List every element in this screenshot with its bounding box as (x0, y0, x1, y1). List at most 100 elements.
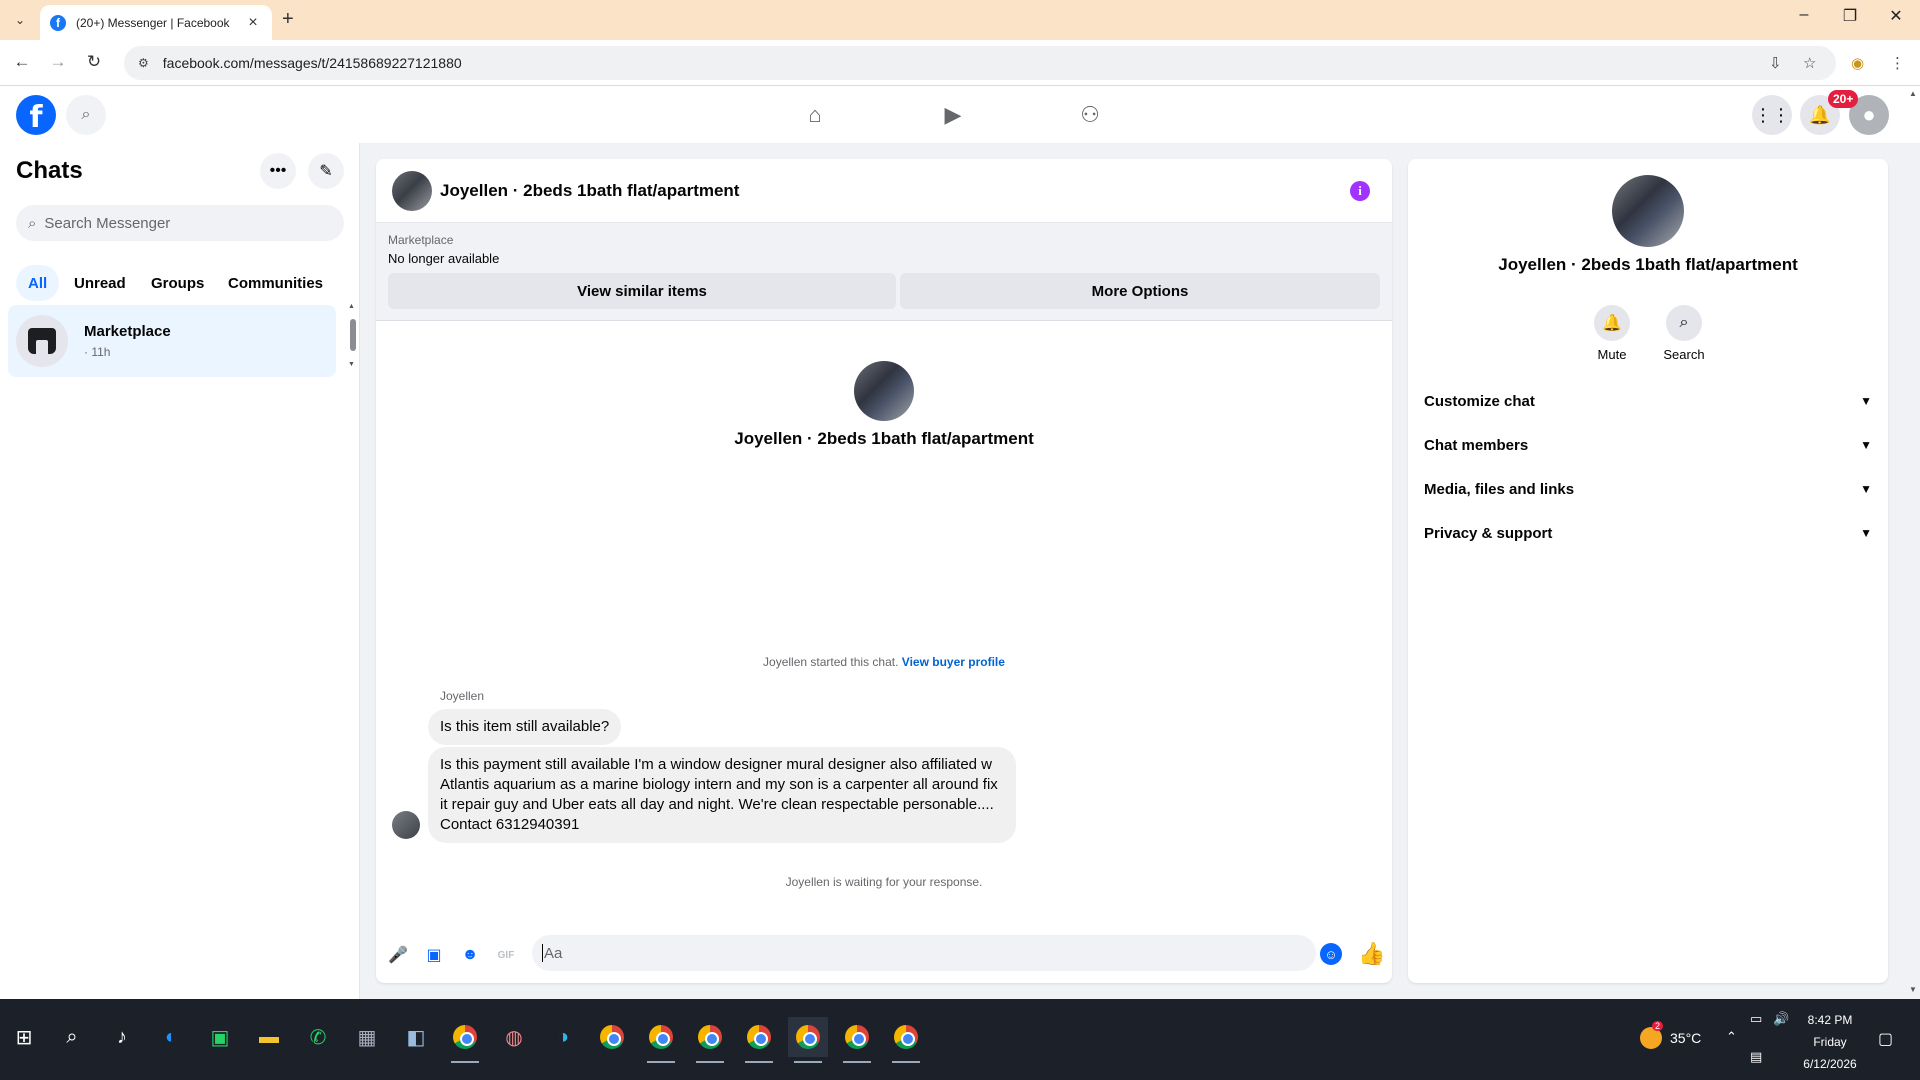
mute-button[interactable]: 🔔 Mute (1576, 305, 1648, 362)
chat-name: Marketplace (84, 323, 171, 340)
facebook-logo-icon[interactable]: f (16, 95, 56, 135)
chat-time: · 11h (84, 345, 111, 359)
menu-grid-icon[interactable]: ⋮⋮ (1752, 95, 1792, 135)
app-icon[interactable]: ◍ (494, 1017, 534, 1057)
new-tab-icon[interactable]: + (282, 8, 294, 31)
notification-center-icon[interactable]: ▢ (1878, 1029, 1893, 1049)
filter-groups[interactable]: Groups (139, 265, 216, 301)
chrome-logo-icon (453, 1025, 477, 1049)
message-bubble[interactable]: Is this payment still available I'm a wi… (428, 747, 1016, 843)
search-icon: ⌕ (1666, 305, 1702, 341)
show-hidden-icons-icon[interactable]: ⌃ (1726, 1029, 1737, 1045)
section-label: Chat members (1424, 436, 1529, 454)
windows-start-icon[interactable]: ⊞ (4, 1017, 44, 1057)
volume-icon[interactable]: 🔊 (1773, 1011, 1789, 1027)
filter-communities[interactable]: Communities (216, 265, 335, 301)
meet-now-icon[interactable]: ▭ (1750, 1011, 1762, 1027)
app-icon[interactable]: ▦ (347, 1017, 387, 1057)
chat-info-panel: Joyellen · 2beds 1bath flat/apartment 🔔 … (1408, 159, 1888, 983)
chrome-icon[interactable] (886, 1017, 926, 1063)
tab-close-icon[interactable]: × (244, 14, 262, 32)
address-bar[interactable]: ⚙ facebook.com/messages/t/24158689227121… (124, 46, 1836, 80)
customize-chat-section[interactable]: Customize chat ▼ (1424, 379, 1872, 423)
chrome-icon[interactable] (739, 1017, 779, 1063)
back-icon[interactable]: ← (10, 52, 34, 72)
reload-icon[interactable]: ↻ (82, 52, 106, 72)
info-icon[interactable]: i (1350, 181, 1370, 201)
tab-search-chevron-icon[interactable]: ⌄ (8, 8, 32, 32)
sender-avatar[interactable] (392, 811, 420, 839)
search-messenger-input[interactable]: ⌕ Search Messenger (16, 205, 344, 241)
scroll-down-arrow-icon[interactable]: ▼ (1909, 985, 1917, 994)
video-icon[interactable]: ▶ (933, 97, 973, 133)
chrome-icon[interactable] (837, 1017, 877, 1063)
system-clock[interactable]: 8:42 PM Friday 6/12/2026 (1790, 1009, 1870, 1075)
whatsapp-business-icon[interactable]: ▣ (200, 1017, 240, 1057)
gif-icon[interactable]: GIF (494, 943, 518, 967)
chat-list-item[interactable]: Marketplace · 11h (8, 305, 336, 377)
info-title: Joyellen · 2beds 1bath flat/apartment (1498, 255, 1798, 274)
listing-thumbnail[interactable] (392, 171, 432, 211)
page-scrollbar[interactable]: ▲ ▼ (1906, 87, 1920, 999)
scroll-down-arrow-icon[interactable]: ▼ (348, 361, 355, 368)
sidebar-scrollbar[interactable]: ▲ ▼ (348, 303, 358, 371)
browser-app-icon[interactable]: ◐ (151, 1017, 191, 1057)
chrome-logo-icon (747, 1025, 771, 1049)
emoji-icon[interactable]: ☺ (1320, 943, 1342, 965)
app-icon[interactable]: ◧ (396, 1017, 436, 1057)
chat-started-notice: Joyellen started this chat. View buyer p… (376, 655, 1392, 669)
clock-time: 8:42 PM (1807, 1013, 1853, 1027)
more-options-button[interactable]: More Options (900, 273, 1380, 309)
file-explorer-icon[interactable]: ▬ (249, 1017, 289, 1057)
view-similar-items-button[interactable]: View similar items (388, 273, 896, 309)
profile-icon[interactable]: ◉ (1851, 54, 1864, 72)
bookmark-star-icon[interactable]: ☆ (1803, 54, 1816, 72)
message-input[interactable]: Aa (532, 935, 1316, 971)
microphone-icon[interactable]: 🎤 (386, 943, 410, 967)
photo-icon[interactable]: ▣ (422, 943, 446, 967)
minimize-icon[interactable]: – (1784, 6, 1824, 24)
notification-badge: 20+ (1828, 90, 1859, 108)
restore-icon[interactable]: ❐ (1830, 6, 1870, 26)
friends-icon[interactable]: ⚇ (1070, 97, 1110, 133)
new-message-icon[interactable]: ✎ (308, 153, 344, 189)
browser-tab-messenger[interactable]: f (20+) Messenger | Facebook × (40, 5, 272, 40)
sticker-icon[interactable]: ☻ (458, 943, 482, 967)
facebook-search-icon[interactable]: ⌕ (66, 95, 106, 135)
message-bubble[interactable]: Is this item still available? (428, 709, 622, 745)
network-icon[interactable]: ▤ (1750, 1049, 1762, 1065)
taskbar-search-icon[interactable]: ⌕ (52, 1017, 92, 1057)
chrome-icon[interactable] (445, 1017, 485, 1063)
privacy-support-section[interactable]: Privacy & support ▼ (1424, 511, 1872, 555)
whatsapp-icon[interactable]: ✆ (298, 1017, 338, 1057)
filter-all[interactable]: All (16, 265, 60, 301)
weather-widget[interactable]: 2 35°C (1640, 1021, 1701, 1049)
thumbs-up-icon[interactable]: 👍 (1358, 941, 1385, 967)
conversation-title[interactable]: Joyellen · 2beds 1bath flat/apartment (440, 181, 739, 201)
chat-options-icon[interactable]: ••• (260, 153, 296, 189)
home-icon[interactable]: ⌂ (795, 97, 835, 133)
chat-members-section[interactable]: Chat members ▼ (1424, 423, 1872, 467)
info-listing-image[interactable] (1612, 175, 1684, 247)
search-in-chat-button[interactable]: ⌕ Search (1648, 305, 1720, 362)
media-files-links-section[interactable]: Media, files and links ▼ (1424, 467, 1872, 511)
view-buyer-profile-link[interactable]: View buyer profile (902, 655, 1005, 669)
marketplace-banner: Marketplace No longer available View sim… (376, 223, 1392, 321)
forward-icon[interactable]: → (46, 52, 70, 72)
scroll-up-arrow-icon[interactable]: ▲ (1909, 89, 1917, 98)
chrome-icon[interactable] (690, 1017, 730, 1063)
edge-icon[interactable]: ◑ (543, 1017, 583, 1057)
install-app-icon[interactable]: ⇩ (1769, 54, 1782, 72)
chrome-icon[interactable] (592, 1017, 632, 1057)
browser-menu-icon[interactable]: ⋮ (1890, 54, 1905, 72)
site-settings-icon[interactable]: ⚙ (138, 56, 149, 70)
facebook-header: f ⌕ ⌂ ▶ ⚇ ⋮⋮ 🔔 (0, 87, 1920, 143)
scrollbar-thumb[interactable] (350, 319, 356, 351)
windows-taskbar: ⊞ ⌕ ♪ ◐ ▣ ▬ ✆ ▦ ◧ ◍ ◑ 2 35°C ⌃ ▭ 🔊 ▤ 8:4… (0, 999, 1920, 1080)
tiktok-icon[interactable]: ♪ (102, 1017, 142, 1057)
scroll-up-arrow-icon[interactable]: ▲ (348, 303, 355, 310)
chrome-icon[interactable] (641, 1017, 681, 1063)
filter-unread[interactable]: Unread (62, 265, 138, 301)
close-window-icon[interactable]: ✕ (1876, 6, 1916, 26)
chrome-icon[interactable] (788, 1017, 828, 1063)
